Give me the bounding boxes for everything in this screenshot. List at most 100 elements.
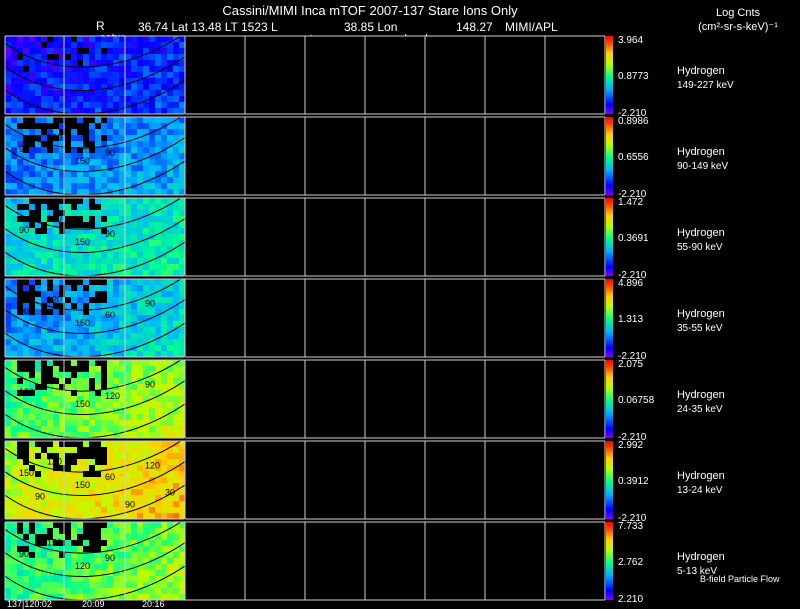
heat-cell bbox=[65, 234, 71, 240]
heat-cell bbox=[161, 378, 167, 384]
heat-cell bbox=[137, 228, 143, 234]
heat-cell bbox=[161, 129, 167, 135]
heat-cell bbox=[11, 528, 17, 534]
heat-cell bbox=[131, 384, 137, 390]
heat-cell bbox=[11, 303, 17, 309]
heat-cell bbox=[5, 501, 11, 507]
heat-cell bbox=[5, 426, 11, 432]
heat-cell bbox=[113, 588, 119, 594]
heat-cell bbox=[53, 360, 59, 366]
heat-cell bbox=[155, 303, 161, 309]
heat-cell bbox=[161, 36, 167, 42]
heat-cell bbox=[161, 321, 167, 327]
heat-cell bbox=[71, 54, 77, 60]
heat-cell bbox=[161, 216, 167, 222]
heat-cell bbox=[143, 240, 149, 246]
heat-cell bbox=[17, 60, 23, 66]
heat-cell bbox=[149, 78, 155, 84]
heat-cell bbox=[107, 540, 113, 546]
heat-cell bbox=[53, 564, 59, 570]
heat-cell bbox=[125, 378, 131, 384]
heat-cell bbox=[125, 315, 131, 321]
heat-cell bbox=[137, 258, 143, 264]
heat-cell bbox=[95, 366, 101, 372]
energy-panel-3: 9012015060904.8961.313-2.210Hydrogen35-5… bbox=[4, 275, 725, 362]
heat-cell bbox=[173, 534, 179, 540]
heat-cell bbox=[143, 204, 149, 210]
heat-cell bbox=[47, 309, 53, 315]
heat-cell bbox=[137, 285, 143, 291]
heat-cell bbox=[29, 366, 35, 372]
empty-plot-area bbox=[185, 441, 605, 519]
heat-cell bbox=[179, 390, 185, 396]
heat-cell bbox=[89, 204, 95, 210]
heat-cell bbox=[161, 48, 167, 54]
heat-cell bbox=[119, 564, 125, 570]
heat-cell bbox=[53, 183, 59, 189]
heat-cell bbox=[71, 426, 77, 432]
heat-cell bbox=[113, 402, 119, 408]
heat-cell bbox=[107, 426, 113, 432]
heat-cell bbox=[71, 588, 77, 594]
heat-cell bbox=[77, 264, 83, 270]
heat-cell bbox=[119, 534, 125, 540]
time-label-2: 20:16 bbox=[142, 599, 165, 609]
heat-cell bbox=[143, 141, 149, 147]
heat-cell bbox=[167, 459, 173, 465]
heat-cell bbox=[161, 72, 167, 78]
heat-cell bbox=[113, 198, 119, 204]
heat-cell bbox=[89, 540, 95, 546]
heat-cell bbox=[83, 372, 89, 378]
heat-cell bbox=[41, 279, 47, 285]
heat-cell bbox=[71, 246, 77, 252]
heat-cell bbox=[113, 426, 119, 432]
heat-cell bbox=[65, 60, 71, 66]
heat-cell bbox=[95, 279, 101, 285]
heat-cell bbox=[101, 414, 107, 420]
heat-cell bbox=[23, 333, 29, 339]
heat-cell bbox=[95, 483, 101, 489]
heat-cell bbox=[125, 171, 131, 177]
heat-cell bbox=[77, 501, 83, 507]
heat-cell bbox=[77, 507, 83, 513]
heat-cell bbox=[119, 234, 125, 240]
heat-cell bbox=[95, 291, 101, 297]
heat-cell bbox=[137, 234, 143, 240]
heat-cell bbox=[161, 396, 167, 402]
heat-cell bbox=[131, 36, 137, 42]
heat-cell bbox=[113, 36, 119, 42]
heat-cell bbox=[89, 171, 95, 177]
heat-cell bbox=[155, 240, 161, 246]
heat-cell bbox=[89, 297, 95, 303]
heat-cell bbox=[5, 477, 11, 483]
heat-cell bbox=[173, 309, 179, 315]
heat-cell bbox=[29, 210, 35, 216]
heat-cell bbox=[179, 471, 185, 477]
heat-cell bbox=[77, 78, 83, 84]
heat-cell bbox=[17, 270, 23, 276]
heat-cell bbox=[5, 246, 11, 252]
heat-cell bbox=[161, 165, 167, 171]
heat-cell bbox=[167, 96, 173, 102]
heat-cell bbox=[143, 189, 149, 195]
heat-cell bbox=[125, 72, 131, 78]
heat-cell bbox=[173, 147, 179, 153]
heat-cell bbox=[65, 501, 71, 507]
heat-cell bbox=[83, 465, 89, 471]
heat-cell bbox=[11, 270, 17, 276]
heat-cell bbox=[113, 291, 119, 297]
heat-cell bbox=[161, 327, 167, 333]
heat-cell bbox=[89, 84, 95, 90]
heat-cell bbox=[167, 189, 173, 195]
heat-cell bbox=[131, 333, 137, 339]
heat-cell bbox=[35, 129, 41, 135]
heat-cell bbox=[17, 483, 23, 489]
heat-cell bbox=[155, 204, 161, 210]
heat-cell bbox=[83, 501, 89, 507]
heat-cell bbox=[95, 264, 101, 270]
heat-cell bbox=[131, 108, 137, 114]
heat-cell bbox=[77, 582, 83, 588]
heat-cell bbox=[71, 582, 77, 588]
heat-cell bbox=[77, 102, 83, 108]
heat-cell bbox=[17, 279, 23, 285]
